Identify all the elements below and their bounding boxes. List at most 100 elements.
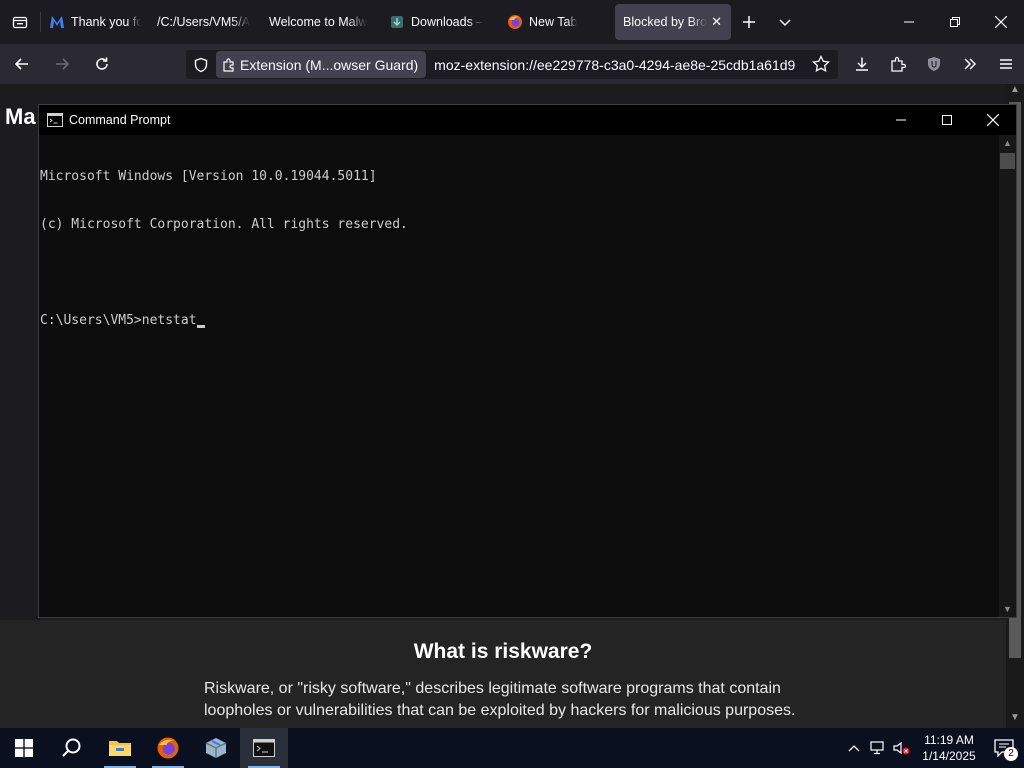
- tab-blocked[interactable]: Blocked by Bro ✕: [615, 4, 731, 40]
- extensions-button[interactable]: [880, 48, 916, 80]
- arrow-right-icon: [56, 58, 70, 70]
- arrow-left-icon: [14, 58, 28, 70]
- firefox-view-icon: [12, 16, 28, 29]
- navigation-toolbar: Extension (M...owser Guard) moz-extensio…: [0, 44, 1024, 84]
- scroll-up-icon[interactable]: ▲: [1006, 84, 1024, 100]
- restore-icon: [950, 17, 960, 27]
- console-line: Microsoft Windows [Version 10.0.19044.50…: [40, 169, 377, 184]
- scroll-thumb[interactable]: [1000, 153, 1015, 169]
- text-cursor: [196, 325, 205, 328]
- clock-time: 11:19 AM: [924, 733, 974, 747]
- downloads-button[interactable]: [844, 48, 880, 80]
- chevron-up-icon: [848, 745, 860, 752]
- bookmark-star-icon[interactable]: [812, 54, 830, 78]
- tab-label: Downloads –: [411, 15, 484, 29]
- page-paragraph: Riskware, or "risky software," describes…: [204, 680, 796, 719]
- new-tab-button[interactable]: [731, 0, 767, 44]
- minimize-button[interactable]: [886, 0, 932, 44]
- taskbar-clock[interactable]: 11:19 AM 1/14/2025: [914, 732, 984, 764]
- download-icon: [856, 57, 868, 71]
- scroll-down-icon[interactable]: ▼: [1006, 712, 1024, 728]
- taskbar-file-explorer[interactable]: [96, 728, 144, 768]
- puzzle-icon: [891, 56, 906, 72]
- taskbar-app-package[interactable]: [192, 728, 240, 768]
- minimize-icon: [904, 21, 914, 23]
- tab-thank-you[interactable]: Thank you for: [41, 4, 149, 40]
- list-all-tabs-button[interactable]: [767, 0, 803, 44]
- scroll-up-icon[interactable]: ▲: [999, 135, 1016, 151]
- browser-window-controls: [886, 0, 1024, 44]
- start-button[interactable]: [0, 728, 48, 768]
- tab-welcome[interactable]: Welcome to Malw: [261, 4, 381, 40]
- tab-label: Welcome to Malw: [269, 15, 368, 29]
- windows-logo-icon: [15, 739, 33, 757]
- console-icon: [253, 739, 275, 757]
- downloads-icon: [389, 14, 405, 30]
- volume-button[interactable]: [890, 728, 914, 768]
- url-bar[interactable]: Extension (M...owser Guard) moz-extensio…: [186, 50, 838, 79]
- close-window-button[interactable]: [978, 0, 1024, 44]
- reload-button[interactable]: [84, 48, 120, 80]
- command-prompt-window[interactable]: Command Prompt Microsoft Windows [Versio…: [38, 104, 1017, 618]
- volume-muted-icon: [893, 741, 910, 755]
- cmd-scrollbar[interactable]: ▲ ▼: [999, 135, 1016, 617]
- malwarebytes-icon: [49, 14, 65, 30]
- reload-icon: [96, 57, 108, 70]
- folder-icon: [109, 741, 131, 756]
- back-button[interactable]: [4, 48, 40, 80]
- restore-button[interactable]: [932, 0, 978, 44]
- tab-downloads[interactable]: Downloads –: [381, 4, 499, 40]
- tab-local-file[interactable]: /C:/Users/VM5/A: [149, 4, 261, 40]
- puzzle-piece-icon: [222, 57, 236, 72]
- cmd-minimize-button[interactable]: [878, 105, 924, 135]
- page-info-section: What is riskware? Riskware, or "risky so…: [0, 620, 1006, 728]
- show-hidden-icons-button[interactable]: [842, 728, 866, 768]
- app-menu-button[interactable]: [988, 48, 1024, 80]
- hamburger-icon: [1000, 59, 1012, 69]
- system-tray: 11:19 AM 1/14/2025 2: [842, 728, 1024, 768]
- ublock-button[interactable]: [916, 48, 952, 80]
- search-button[interactable]: [48, 728, 96, 768]
- shield-icon: [928, 57, 940, 71]
- cmd-maximize-button[interactable]: [924, 105, 970, 135]
- desktop: Thank you for /C:/Users/VM5/A Welcome to…: [0, 0, 1024, 768]
- cmd-title: Command Prompt: [69, 113, 171, 127]
- package-icon: [205, 738, 227, 758]
- cmd-close-button[interactable]: [970, 105, 1016, 135]
- close-icon: [995, 16, 1007, 28]
- page-heading: What is riskware?: [413, 640, 593, 663]
- tab-label: New Tab: [529, 15, 578, 29]
- firefox-view-button[interactable]: [0, 0, 40, 44]
- cmd-title-bar[interactable]: Command Prompt: [39, 105, 1016, 135]
- extension-label: Extension (M...owser Guard): [240, 56, 419, 73]
- minimize-icon: [896, 119, 906, 121]
- overflow-menu-button[interactable]: [952, 48, 988, 80]
- console-command: C:\Users\VM5>netstat: [40, 313, 197, 328]
- firefox-icon: [157, 737, 179, 759]
- network-icon: [870, 741, 884, 755]
- tab-new-tab[interactable]: New Tab: [499, 4, 609, 40]
- browser-tab-strip: Thank you for /C:/Users/VM5/A Welcome to…: [0, 0, 1024, 44]
- maximize-icon: [942, 115, 952, 125]
- taskbar-firefox[interactable]: [144, 728, 192, 768]
- scroll-down-icon[interactable]: ▼: [999, 601, 1016, 617]
- search-icon: [62, 738, 81, 757]
- extension-identity-button[interactable]: Extension (M...owser Guard): [216, 51, 427, 78]
- tab-label: /C:/Users/VM5/A: [157, 15, 251, 29]
- tracking-protection-icon[interactable]: [186, 57, 216, 73]
- forward-button[interactable]: [44, 48, 80, 80]
- url-text[interactable]: moz-extension://ee229778-c3a0-4294-ae8e-…: [434, 57, 800, 73]
- action-center-button[interactable]: 2: [984, 728, 1024, 768]
- console-line: (c) Microsoft Corporation. All rights re…: [40, 217, 408, 232]
- windows-taskbar: 11:19 AM 1/14/2025 2: [0, 728, 1024, 768]
- close-tab-icon[interactable]: ✕: [711, 14, 722, 30]
- console-prompt-line[interactable]: C:\Users\VM5>netstat: [40, 313, 999, 329]
- close-icon: [987, 114, 999, 126]
- tab-label: Thank you for: [71, 15, 141, 29]
- network-button[interactable]: [866, 728, 890, 768]
- firefox-icon: [507, 14, 523, 30]
- toolbar-right-buttons: [844, 44, 1024, 84]
- tab-label: Blocked by Bro: [623, 15, 708, 29]
- cmd-console-output[interactable]: Microsoft Windows [Version 10.0.19044.50…: [39, 135, 999, 617]
- taskbar-command-prompt[interactable]: [240, 728, 288, 768]
